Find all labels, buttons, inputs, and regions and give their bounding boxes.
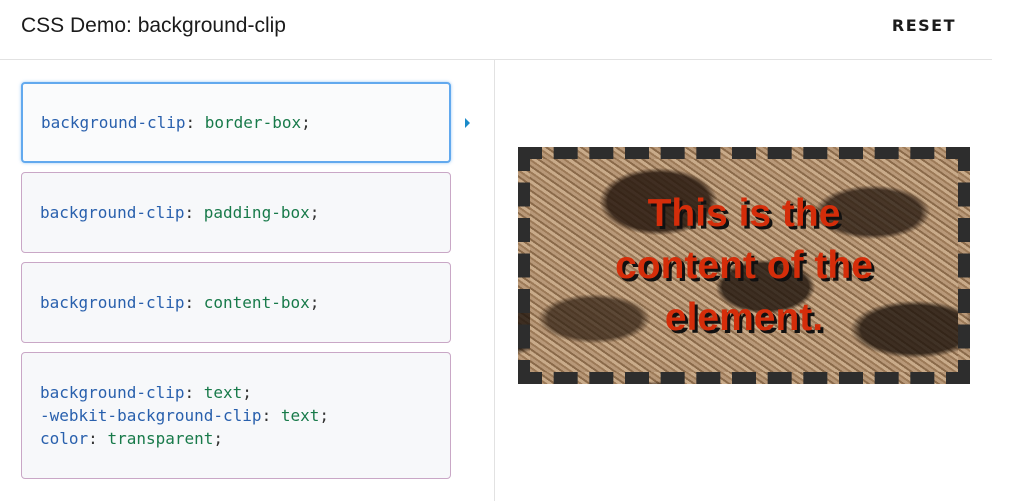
choices-pane: background-clip: border-box; background-… [0,60,495,501]
css-property: color [40,429,89,448]
output-example-element: This is the content of the element. [518,147,970,384]
code-block: background-clip: content-box; [40,293,320,312]
css-value: padding-box [203,203,310,222]
choice-text[interactable]: background-clip: text; -webkit-backgroun… [21,352,451,479]
code-block: background-clip: padding-box; [40,203,320,222]
selected-arrow-icon [465,118,470,128]
css-value: content-box [203,293,310,312]
css-property: background-clip [40,203,185,222]
choice-padding-box[interactable]: background-clip: padding-box; [21,172,451,253]
css-value: border-box [204,113,302,132]
choice-border-box[interactable]: background-clip: border-box; [21,82,451,163]
css-property: background-clip [41,113,186,132]
css-property: background-clip [40,383,185,402]
page-title: CSS Demo: background-clip [21,14,286,37]
css-property: -webkit-background-clip [40,406,262,425]
code-block: background-clip: border-box; [41,113,311,132]
css-value: text [203,383,243,402]
code-block: background-clip: text; -webkit-backgroun… [40,383,329,448]
choice-content-box[interactable]: background-clip: content-box; [21,262,451,343]
demo-header: CSS Demo: background-clip RESET [0,0,992,60]
css-property: background-clip [40,293,185,312]
reset-button[interactable]: RESET [892,16,956,35]
css-value: transparent [107,429,214,448]
css-value: text [280,406,320,425]
output-text: This is the content of the element. [615,191,873,339]
